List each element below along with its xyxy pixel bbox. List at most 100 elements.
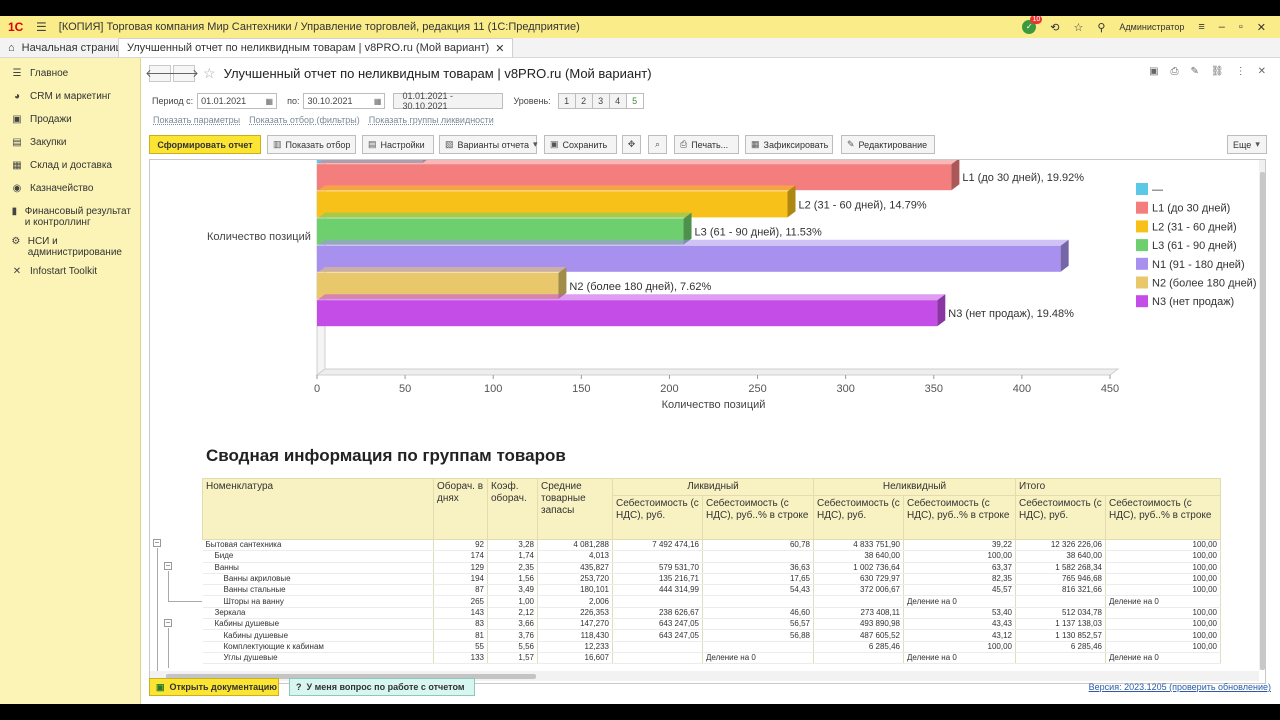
tab-close-icon[interactable]: ✕: [495, 42, 504, 55]
print-button[interactable]: ⎙ Печать...: [674, 135, 739, 154]
preview-button[interactable]: ⌕: [648, 135, 667, 154]
table-row[interactable]: Кабины душевые 83 3,66 147,270 643 247,05 56,…: [202, 618, 1221, 631]
sidebar-item[interactable]: ▣ Продажи: [0, 110, 140, 133]
table-row[interactable]: Ванны стальные 87 3,49 180,101 444 314,99 54,…: [202, 584, 1221, 597]
history-icon[interactable]: ⟲: [1050, 21, 1059, 34]
magnifier-icon: ⌕: [654, 139, 661, 149]
level-button-1[interactable]: 1: [557, 93, 576, 109]
sidebar-item[interactable]: ▮ Финансовый результат и контроллинг: [0, 202, 140, 232]
favorites-icon[interactable]: ☆: [1073, 21, 1083, 34]
row-name: Кабины душевые: [202, 629, 434, 642]
level-button-3[interactable]: 3: [591, 93, 610, 109]
row-cell: 765 946,68: [1015, 573, 1106, 586]
table-row[interactable]: Зеркала 143 2,12 226,353 238 626,67 46,60 273 …: [202, 607, 1221, 620]
toolkit-icon: ✕: [12, 266, 22, 277]
toggle-link[interactable]: Показать параметры: [153, 115, 240, 125]
main-menu-icon[interactable]: ☰: [36, 20, 47, 34]
form-close-icon[interactable]: ✕: [1258, 66, 1266, 77]
row-cell: 194: [433, 573, 488, 586]
back-button[interactable]: 🡐: [145, 64, 175, 82]
row-cell: 100,00: [903, 641, 1016, 653]
level-button-2[interactable]: 2: [574, 93, 593, 109]
report-variants-button[interactable]: ▧ Варианты отчета ▾: [439, 135, 538, 154]
table-row[interactable]: Бытовая сантехника 92 3,28 4 081,288 7 492 4…: [202, 539, 1221, 552]
vertical-scroll-thumb[interactable]: [1260, 172, 1265, 670]
more-button[interactable]: Еще ▾: [1227, 135, 1267, 154]
bar-top: [317, 267, 567, 273]
row-cell: 3,28: [487, 539, 538, 552]
search-icon[interactable]: ⚲: [1097, 21, 1105, 34]
row-cell: 643 247,05: [612, 618, 703, 631]
bar-data-label: L3 (61 - 90 дней), 11.53%: [695, 227, 822, 239]
version-link[interactable]: Версия: 2023.1205 (проверить обновление): [1089, 682, 1271, 692]
user-name[interactable]: Администратор: [1119, 22, 1184, 32]
print-form-icon[interactable]: ⎙: [1171, 66, 1179, 77]
settings-button[interactable]: ▤ Настройки: [362, 135, 434, 154]
generate-report-button[interactable]: Сформировать отчет: [149, 135, 261, 154]
table-row[interactable]: Шторы на ванну 265 1,00 2,006 Деление на 0 Де…: [202, 595, 1221, 608]
table-row[interactable]: Комплектующие к кабинам 55 5,56 12,233 6 285…: [202, 641, 1221, 653]
minimize-icon[interactable]: –: [1219, 21, 1225, 33]
sidebar-item[interactable]: ⚙ НСИ и администрирование: [0, 232, 140, 262]
table-row[interactable]: Биде 174 1,74 4,013 38 640,00 100,00 38 640,00…: [202, 550, 1221, 563]
sidebar-item[interactable]: ▤ Закупки: [0, 133, 140, 156]
save-button[interactable]: ▣ Сохранить: [544, 135, 617, 154]
open-docs-button[interactable]: ▣ Открыть документацию: [149, 678, 279, 696]
report-area[interactable]: 0 50 100 150 200 250 300 350 400 450 Количество по…: [149, 159, 1266, 684]
collapse-toggle[interactable]: −: [164, 562, 172, 570]
row-cell: 3,49: [487, 584, 538, 597]
vertical-scrollbar[interactable]: [1259, 160, 1265, 670]
row-cell: 226,353: [537, 607, 613, 620]
row-name: Шторы на ванну: [202, 595, 434, 608]
sidebar-item[interactable]: ◕ CRM и маркетинг: [0, 87, 140, 110]
link-icon[interactable]: ⛓: [1211, 66, 1224, 77]
restore-icon[interactable]: ▫: [1239, 21, 1243, 33]
edit-form-icon[interactable]: ✎: [1191, 66, 1199, 77]
calendar-icon[interactable]: ▦: [266, 97, 274, 106]
show-filter-button[interactable]: ▥ Показать отбор: [267, 135, 356, 154]
date-from-field[interactable]: 01.01.2021 ▦: [197, 93, 278, 109]
table-row[interactable]: Ванны 129 2,35 435,827 579 531,70 36,63 1 002 …: [202, 562, 1221, 574]
bar-top: [317, 294, 946, 301]
more-icon[interactable]: ⋮: [1236, 66, 1246, 77]
table-row[interactable]: Углы душевые 133 1,57 16,607 Деление на 0 Дел…: [202, 652, 1221, 665]
sidebar-item[interactable]: ✕ Infostart Toolkit: [0, 262, 140, 285]
expand-button[interactable]: ✥: [622, 135, 641, 154]
level-button-4[interactable]: 4: [608, 93, 627, 109]
collapse-toggle[interactable]: −: [164, 619, 172, 627]
table-row[interactable]: Кабины душевые 81 3,76 118,430 643 247,05 56,…: [202, 629, 1221, 642]
row-cell: 129: [433, 562, 488, 574]
sidebar-item[interactable]: ◉ Казначейство: [0, 179, 140, 202]
sidebar-item[interactable]: ▦ Склад и доставка: [0, 156, 140, 179]
settings-icon[interactable]: ≡: [1198, 21, 1204, 33]
forward-button[interactable]: 🡒: [169, 64, 199, 82]
tab-report[interactable]: Улучшенный отчет по неликвидным товарам …: [118, 38, 514, 57]
treasury-icon: ◉: [12, 183, 22, 194]
toggle-link[interactable]: Показать отбор (фильтры): [249, 115, 360, 125]
menu-icon: ☰: [12, 68, 22, 79]
favorite-star-icon[interactable]: ☆: [203, 65, 216, 82]
row-cell: 60,78: [702, 539, 814, 552]
collapse-toggle[interactable]: −: [153, 539, 161, 547]
date-to-field[interactable]: 30.10.2021 ▦: [303, 93, 386, 109]
fix-button[interactable]: ▦ Зафиксировать: [745, 135, 833, 154]
ask-question-button[interactable]: ? У меня вопрос по работе с отчетом: [289, 678, 475, 696]
calendar-icon[interactable]: ▦: [374, 97, 382, 106]
notifications-icon[interactable]: ✓ 10: [1022, 16, 1043, 34]
save-form-icon[interactable]: ▣: [1149, 66, 1158, 77]
x-tick-label: 350: [925, 383, 943, 395]
edit-button[interactable]: ✎ Редактирование: [841, 135, 935, 154]
table-row[interactable]: Ванны акриловые 194 1,56 253,720 135 216,71 1…: [202, 573, 1221, 586]
row-cell: 12 326 226,06: [1015, 539, 1106, 552]
close-icon[interactable]: ✕: [1257, 21, 1266, 34]
print-label: Печать...: [691, 139, 729, 150]
toggle-link[interactable]: Показать группы ликвидности: [369, 115, 494, 125]
level-button-5[interactable]: 5: [625, 93, 644, 109]
ask-question-label: У меня вопрос по работе с отчетом: [306, 682, 465, 692]
row-cell: 135 216,71: [612, 573, 703, 586]
period-button[interactable]: 01.01.2021 - 30.10.2021: [393, 91, 504, 111]
x-tick-label: 250: [748, 383, 766, 395]
tab-home[interactable]: ⌂ Начальная страница: [0, 38, 128, 57]
show-filter-label: Показать отбор: [285, 139, 351, 150]
sidebar-item[interactable]: ☰ Главное: [0, 64, 140, 87]
